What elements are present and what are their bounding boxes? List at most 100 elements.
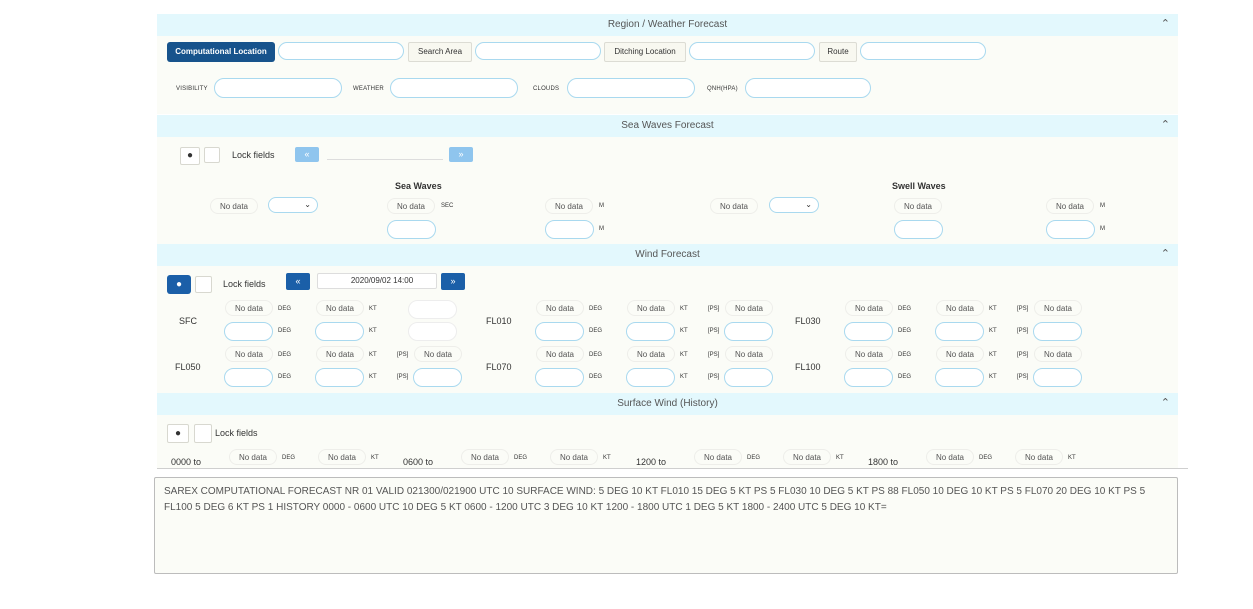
ps-unit: [PS] bbox=[1017, 352, 1029, 358]
ps-unit: [PS] bbox=[708, 328, 720, 334]
ps-unit: [PS] bbox=[1017, 328, 1029, 334]
direction-value: No data bbox=[694, 449, 742, 465]
time-slider[interactable] bbox=[327, 149, 443, 160]
region-title: Region / Weather Forecast bbox=[607, 19, 728, 30]
level-label-5: FL100 bbox=[795, 362, 821, 372]
m-unit: M bbox=[1100, 226, 1105, 232]
double-left-icon[interactable]: « bbox=[286, 273, 310, 290]
direction-input[interactable] bbox=[535, 322, 584, 341]
ps-input[interactable] bbox=[1033, 322, 1082, 341]
ps-input[interactable] bbox=[724, 322, 773, 341]
globe-icon[interactable]: ● bbox=[167, 424, 189, 443]
route-button[interactable]: Route bbox=[819, 42, 857, 62]
ditching-location-button[interactable]: Ditching Location bbox=[604, 42, 686, 62]
swell-height-input[interactable] bbox=[1046, 220, 1095, 239]
region-header[interactable]: Region / Weather Forecast ⌃ bbox=[157, 14, 1178, 36]
period-label-3: 1800 to bbox=[868, 457, 899, 467]
kt-unit: KT bbox=[369, 374, 377, 380]
swell-period-input[interactable] bbox=[894, 220, 943, 239]
lock-fields-label: Lock fields bbox=[215, 428, 258, 438]
m-unit: M bbox=[599, 226, 604, 232]
ps-value: No data bbox=[1034, 346, 1082, 362]
lock-checkbox[interactable] bbox=[195, 276, 212, 293]
lock-checkbox[interactable] bbox=[204, 147, 220, 163]
ps-value: No data bbox=[414, 346, 462, 362]
ps-value: No data bbox=[725, 346, 773, 362]
direction-input[interactable] bbox=[535, 368, 584, 387]
deg-unit: DEG bbox=[979, 455, 993, 461]
kt-unit: KT bbox=[836, 455, 844, 461]
double-left-icon[interactable]: « bbox=[295, 147, 319, 162]
speed-input[interactable] bbox=[626, 322, 675, 341]
weather-input[interactable] bbox=[390, 78, 518, 98]
speed-value: No data bbox=[316, 300, 364, 316]
kt-unit: KT bbox=[369, 328, 377, 334]
datetime-input[interactable]: 2020/09/02 14:00 bbox=[317, 273, 437, 289]
chevron-up-icon[interactable]: ⌃ bbox=[1161, 392, 1170, 414]
surface-header[interactable]: Surface Wind (History) ⌃ bbox=[157, 393, 1178, 415]
qnh-label: QNH(HPA) bbox=[707, 86, 738, 92]
deg-unit: DEG bbox=[278, 374, 292, 380]
direction-input[interactable] bbox=[224, 322, 273, 341]
swell-direction-select[interactable]: ⌄ bbox=[769, 197, 819, 213]
ps-unit: [PS] bbox=[397, 352, 409, 358]
speed-input[interactable] bbox=[315, 368, 364, 387]
speed-input[interactable] bbox=[315, 322, 364, 341]
direction-value: No data bbox=[845, 346, 893, 362]
chevron-up-icon[interactable]: ⌃ bbox=[1161, 114, 1170, 136]
search-area-input[interactable] bbox=[475, 42, 601, 60]
deg-unit: DEG bbox=[747, 455, 761, 461]
speed-input[interactable] bbox=[935, 368, 984, 387]
sea-waves-heading: Sea Waves bbox=[395, 181, 442, 191]
direction-value: No data bbox=[845, 300, 893, 316]
deg-unit: DEG bbox=[514, 455, 528, 461]
forecast-output-textarea[interactable]: SAREX COMPUTATIONAL FORECAST NR 01 VALID… bbox=[154, 477, 1178, 574]
deg-unit: DEG bbox=[898, 374, 912, 380]
deg-unit: DEG bbox=[589, 374, 603, 380]
wind-header[interactable]: Wind Forecast ⌃ bbox=[157, 244, 1178, 266]
direction-value: No data bbox=[225, 346, 273, 362]
globe-icon[interactable]: ● bbox=[167, 275, 191, 294]
computational-location-button[interactable]: Computational Location bbox=[167, 42, 275, 62]
computational-location-input[interactable] bbox=[278, 42, 404, 60]
sea-direction: No data bbox=[210, 198, 258, 214]
direction-input[interactable] bbox=[844, 368, 893, 387]
direction-input[interactable] bbox=[224, 368, 273, 387]
chevron-up-icon[interactable]: ⌃ bbox=[1161, 243, 1170, 265]
direction-input[interactable] bbox=[844, 322, 893, 341]
swell-height: No data bbox=[1046, 198, 1094, 214]
level-label-3: FL050 bbox=[175, 362, 201, 372]
ps-unit: [PS] bbox=[708, 352, 720, 358]
lock-fields-label: Lock fields bbox=[232, 150, 275, 160]
ps-input[interactable] bbox=[1033, 368, 1082, 387]
visibility-input[interactable] bbox=[214, 78, 342, 98]
ps-input[interactable] bbox=[408, 300, 457, 319]
sea-period-input[interactable] bbox=[387, 220, 436, 239]
speed-input[interactable] bbox=[935, 322, 984, 341]
sea-direction-select[interactable]: ⌄ bbox=[268, 197, 318, 213]
sea-height-input[interactable] bbox=[545, 220, 594, 239]
speed-input[interactable] bbox=[626, 368, 675, 387]
search-area-button[interactable]: Search Area bbox=[408, 42, 472, 62]
ps-input[interactable] bbox=[724, 368, 773, 387]
clouds-input[interactable] bbox=[567, 78, 695, 98]
level-label-0: SFC bbox=[179, 316, 197, 326]
globe-icon[interactable]: ● bbox=[180, 147, 200, 165]
direction-value: No data bbox=[229, 449, 277, 465]
kt-unit: KT bbox=[1068, 455, 1076, 461]
sea-title: Sea Waves Forecast bbox=[621, 120, 714, 131]
sea-height: No data bbox=[545, 198, 593, 214]
ps-value: No data bbox=[1034, 300, 1082, 316]
route-input[interactable] bbox=[860, 42, 986, 60]
lock-checkbox[interactable] bbox=[194, 424, 212, 443]
kt-unit: KT bbox=[989, 374, 997, 380]
ps-input[interactable] bbox=[408, 322, 457, 341]
double-right-icon[interactable]: » bbox=[441, 273, 465, 290]
sea-header[interactable]: Sea Waves Forecast ⌃ bbox=[157, 115, 1178, 137]
qnh-input[interactable] bbox=[745, 78, 871, 98]
kt-unit: KT bbox=[369, 352, 377, 358]
chevron-up-icon[interactable]: ⌃ bbox=[1161, 13, 1170, 35]
ditching-location-input[interactable] bbox=[689, 42, 815, 60]
double-right-icon[interactable]: » bbox=[449, 147, 473, 162]
ps-input[interactable] bbox=[413, 368, 462, 387]
